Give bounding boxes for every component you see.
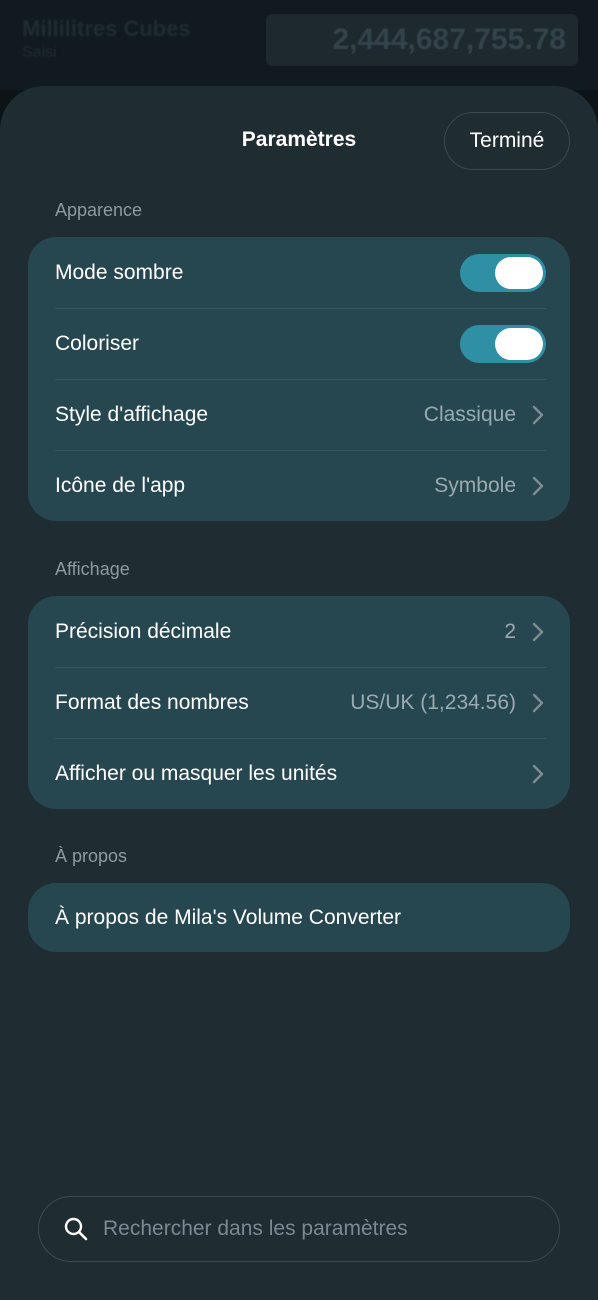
background-unit-subtitle: Saisi: [22, 44, 57, 61]
settings-sheet: Paramètres Terminé Apparence Mode sombre…: [0, 86, 598, 1300]
row-dark-mode[interactable]: Mode sombre: [28, 237, 570, 308]
row-value: 2: [504, 619, 516, 643]
appearance-card: Mode sombre Coloriser Style d'affichage …: [28, 237, 570, 521]
row-label: Précision décimale: [55, 619, 232, 643]
search-bar[interactable]: [38, 1196, 560, 1262]
colorize-toggle[interactable]: [460, 324, 546, 363]
row-units-visibility[interactable]: Afficher ou masquer les unités: [28, 738, 570, 809]
chevron-right-icon: [530, 693, 546, 713]
section-label-about: À propos: [55, 846, 128, 866]
toggle-knob: [495, 256, 543, 289]
row-label: Style d'affichage: [55, 402, 209, 426]
chevron-right-icon: [530, 764, 546, 784]
row-display-style[interactable]: Style d'affichage Classique: [28, 379, 570, 450]
row-value: Symbole: [434, 473, 516, 497]
toggle-knob: [495, 327, 543, 360]
about-card: À propos de Mila's Volume Converter: [28, 883, 570, 952]
display-card: Précision décimale 2 Format des nombres …: [28, 596, 570, 809]
row-value: Classique: [423, 402, 516, 426]
row-label: Coloriser: [55, 331, 140, 355]
section-label-appearance: Apparence: [55, 200, 143, 220]
search-input[interactable]: [103, 1217, 523, 1241]
row-label: Afficher ou masquer les unités: [55, 761, 338, 785]
row-label: Format des nombres: [55, 690, 249, 714]
row-colorize[interactable]: Coloriser: [28, 308, 570, 379]
row-label: Icône de l'app: [55, 473, 186, 497]
section-label-display: Affichage: [55, 559, 130, 579]
row-decimal-precision[interactable]: Précision décimale 2: [28, 596, 570, 667]
background-app-header: Millilitres Cubes Saisi 2,444,687,755.78: [0, 0, 598, 90]
chevron-right-icon: [530, 476, 546, 496]
done-button[interactable]: Terminé: [444, 112, 570, 170]
row-label: Mode sombre: [55, 260, 184, 284]
background-unit-title: Millilitres Cubes: [22, 16, 191, 41]
row-label: À propos de Mila's Volume Converter: [55, 905, 402, 929]
chevron-right-icon: [530, 622, 546, 642]
row-about-app[interactable]: À propos de Mila's Volume Converter: [28, 883, 570, 952]
row-app-icon[interactable]: Icône de l'app Symbole: [28, 450, 570, 521]
background-value-field: 2,444,687,755.78: [266, 14, 578, 66]
dark-mode-toggle[interactable]: [460, 253, 546, 292]
search-icon: [64, 1217, 88, 1241]
chevron-right-icon: [530, 405, 546, 425]
row-number-format[interactable]: Format des nombres US/UK (1,234.56): [28, 667, 570, 738]
row-value: US/UK (1,234.56): [350, 690, 516, 714]
background-value: 2,444,687,755.78: [332, 23, 566, 56]
